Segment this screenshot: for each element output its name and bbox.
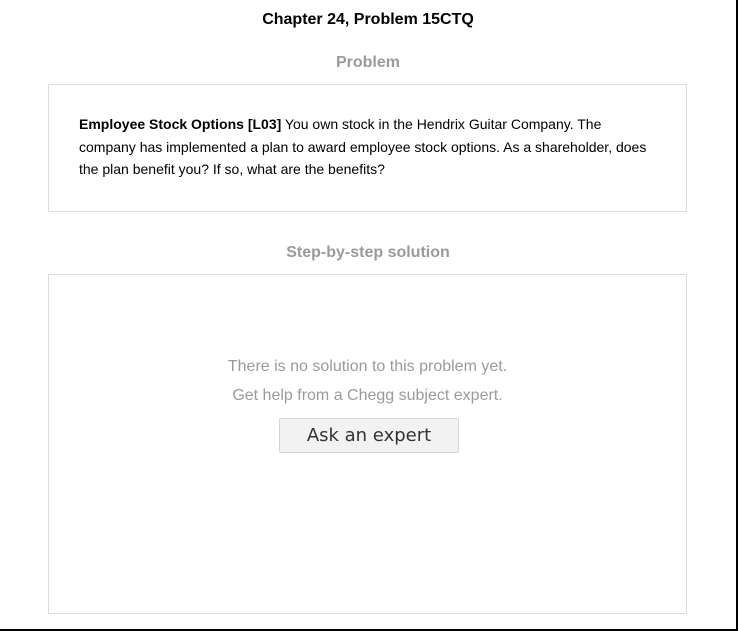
page-frame: Chapter 24, Problem 15CTQ Problem Employ…	[0, 0, 738, 631]
problem-text: Employee Stock Options [L03] You own sto…	[79, 113, 656, 181]
problem-lead: Employee Stock Options [L03]	[79, 116, 282, 132]
expert-help-line: Get help from a Chegg subject expert.	[232, 387, 503, 404]
ask-expert-button[interactable]: Ask an expert	[279, 418, 459, 453]
problem-panel: Employee Stock Options [L03] You own sto…	[48, 84, 687, 212]
problem-heading: Problem	[335, 54, 400, 71]
solution-panel: There is no solution to this problem yet…	[48, 274, 687, 614]
page-title: Chapter 24, Problem 15CTQ	[262, 11, 474, 28]
solution-heading: Step-by-step solution	[286, 244, 450, 261]
no-solution-line: There is no solution to this problem yet…	[227, 358, 508, 375]
no-solution-message: There is no solution to this problem yet…	[49, 352, 686, 410]
